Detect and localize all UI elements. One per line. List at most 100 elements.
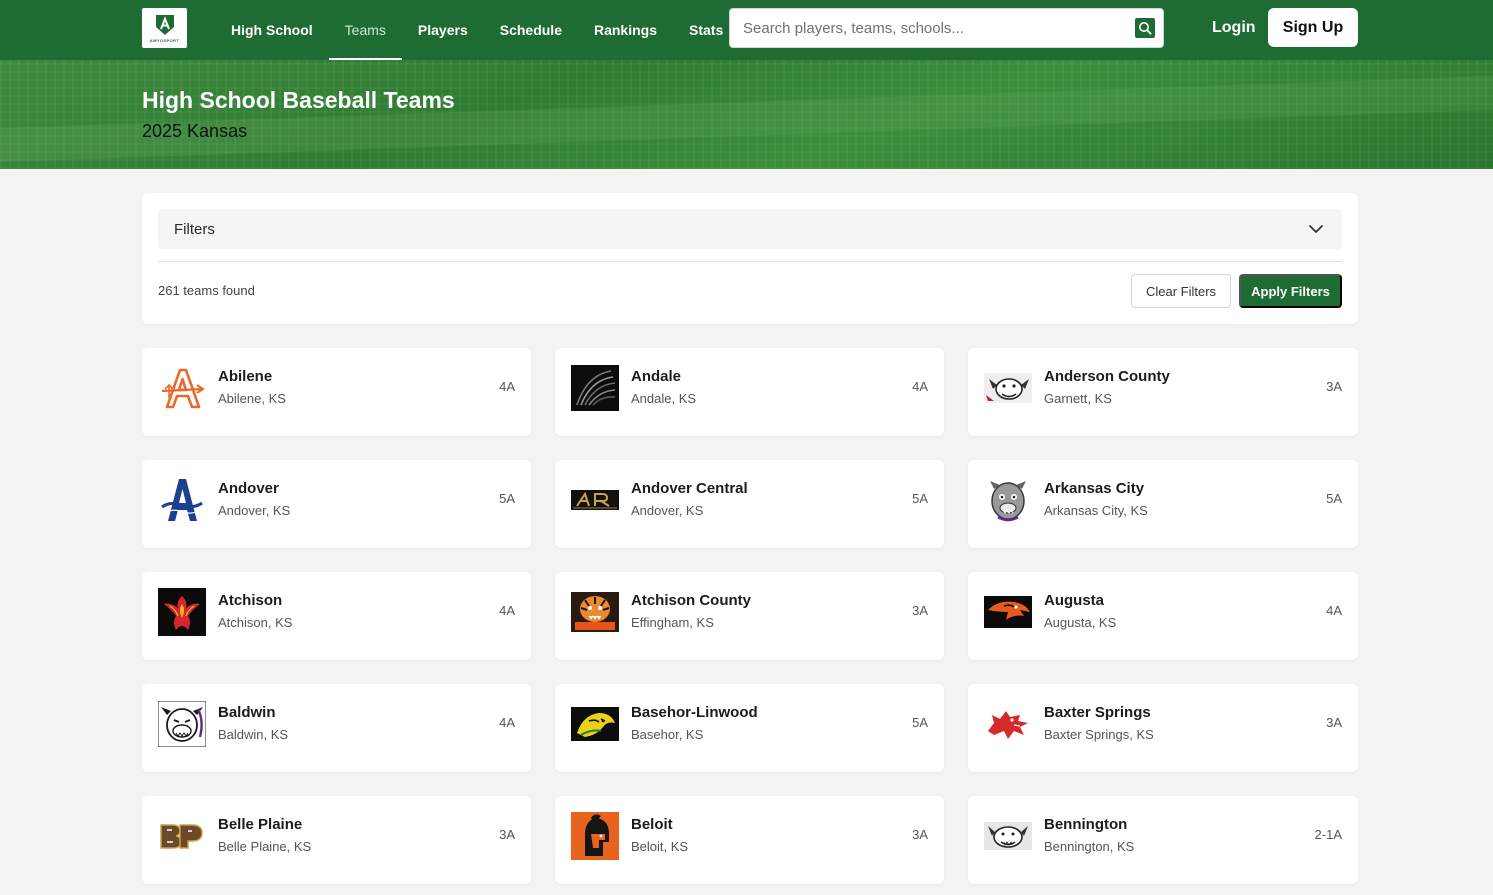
page-subtitle: 2025 Kansas (142, 121, 248, 141)
augusta-logo-icon (984, 588, 1032, 636)
team-name: Bennington (1044, 816, 1128, 833)
team-name: Arkansas City (1044, 480, 1145, 497)
amyosport-logo[interactable]: AMYOSPORT (142, 8, 187, 48)
bennington-logo-icon (984, 812, 1032, 860)
team-card-andover-central[interactable]: Andover Central Andover, KS 5A (555, 460, 944, 548)
team-card-atchison-county[interactable]: Atchison County Effingham, KS 3A (555, 572, 944, 660)
team-card-andale[interactable]: Andale Andale, KS 4A (555, 348, 944, 436)
team-card-andover[interactable]: Andover Andover, KS 5A (142, 460, 531, 548)
team-card-atchison[interactable]: Atchison Atchison, KS 4A (142, 572, 531, 660)
team-name: Basehor-Linwood (631, 704, 758, 721)
shield-logo-icon (155, 15, 174, 35)
nav-rankings[interactable]: Rankings (578, 0, 673, 60)
team-location: Augusta, KS (1044, 615, 1117, 630)
hero-banner: High School Baseball Teams 2025 Kansas (0, 60, 1493, 169)
team-card-baldwin[interactable]: Baldwin Baldwin, KS 4A (142, 684, 531, 772)
andale-logo-icon (571, 364, 619, 412)
team-name: Baldwin (218, 704, 276, 721)
clear-filters-button[interactable]: Clear Filters (1131, 274, 1231, 308)
nav-teams[interactable]: Teams (328, 0, 403, 60)
apply-filters-button[interactable]: Apply Filters (1239, 274, 1342, 308)
team-classification: 3A (499, 827, 515, 842)
search-icon[interactable] (1135, 18, 1155, 38)
team-name: Anderson County (1044, 368, 1170, 385)
team-location: Effingham, KS (631, 615, 714, 630)
team-card-bennington[interactable]: Bennington Bennington, KS 2-1A (968, 796, 1358, 884)
team-card-baxter-springs[interactable]: Baxter Springs Baxter Springs, KS 3A (968, 684, 1358, 772)
team-name: Andale (631, 368, 682, 385)
andover-logo-icon (158, 476, 206, 524)
team-location: Belle Plaine, KS (218, 839, 312, 854)
search-input[interactable] (730, 9, 1130, 47)
filters-panel: Filters 261 teams found Clear Filters Ap… (142, 193, 1358, 324)
baldwin-logo-icon (158, 700, 206, 748)
belle-plaine-logo-icon (158, 812, 206, 860)
team-card-arkansas-city[interactable]: Arkansas City Arkansas City, KS 5A (968, 460, 1358, 548)
team-location: Andale, KS (631, 391, 697, 406)
signup-button[interactable]: Sign Up (1268, 8, 1358, 47)
team-location: Arkansas City, KS (1044, 503, 1148, 518)
team-classification: 2-1A (1314, 827, 1342, 842)
team-name: Andover Central (631, 480, 748, 497)
team-location: Garnett, KS (1044, 391, 1112, 406)
basehor-linwood-logo-icon (571, 700, 619, 748)
atchison-county-logo-icon (571, 588, 619, 636)
team-classification: 3A (1326, 715, 1342, 730)
nav-schedule[interactable]: Schedule (484, 0, 578, 60)
team-location: Baxter Springs, KS (1044, 727, 1154, 742)
team-card-augusta[interactable]: Augusta Augusta, KS 4A (968, 572, 1358, 660)
top-navbar: AMYOSPORT High School Teams Players Sche… (0, 0, 1493, 60)
team-name: Baxter Springs (1044, 704, 1151, 721)
team-name: Beloit (631, 816, 673, 833)
team-classification: 4A (499, 379, 515, 394)
nav-high-school[interactable]: High School (215, 0, 329, 60)
page-title: High School Baseball Teams (142, 87, 455, 113)
anderson-county-logo-icon (984, 364, 1032, 412)
main-nav: High School Teams Players Schedule Ranki… (215, 0, 739, 60)
nav-players[interactable]: Players (402, 0, 484, 60)
team-classification: 4A (499, 715, 515, 730)
filters-label: Filters (174, 221, 215, 238)
team-classification: 5A (912, 715, 928, 730)
team-location: Baldwin, KS (218, 727, 289, 742)
team-name: Atchison County (631, 592, 751, 609)
team-classification: 4A (912, 379, 928, 394)
team-location: Abilene, KS (218, 391, 286, 406)
team-classification: 5A (499, 491, 515, 506)
andover-central-logo-icon (571, 476, 619, 524)
search-box (729, 8, 1164, 48)
team-classification: 4A (499, 603, 515, 618)
login-link[interactable]: Login (1204, 8, 1264, 48)
team-location: Andover, KS (631, 503, 704, 518)
abilene-logo-icon (158, 364, 206, 412)
logo-text: AMYOSPORT (149, 38, 180, 43)
team-classification: 3A (912, 603, 928, 618)
team-name: Abilene (218, 368, 273, 385)
team-location: Beloit, KS (631, 839, 689, 854)
team-classification: 3A (1326, 379, 1342, 394)
filters-divider (158, 261, 1342, 262)
team-card-abilene[interactable]: Abilene Abilene, KS 4A (142, 348, 531, 436)
team-card-anderson-county[interactable]: Anderson County Garnett, KS 3A (968, 348, 1358, 436)
baxter-springs-logo-icon (984, 700, 1032, 748)
team-name: Atchison (218, 592, 283, 609)
filters-toggle[interactable]: Filters (158, 209, 1342, 249)
team-classification: 5A (1326, 491, 1342, 506)
team-location: Bennington, KS (1044, 839, 1135, 854)
beloit-logo-icon (571, 812, 619, 860)
team-location: Andover, KS (218, 503, 291, 518)
team-classification: 3A (912, 827, 928, 842)
team-grid: Abilene Abilene, KS 4A Andale Andale, KS… (142, 348, 1358, 884)
team-name: Belle Plaine (218, 816, 303, 833)
team-card-basehor-linwood[interactable]: Basehor-Linwood Basehor, KS 5A (555, 684, 944, 772)
team-classification: 4A (1326, 603, 1342, 618)
results-count: 261 teams found (158, 283, 255, 298)
team-location: Atchison, KS (218, 615, 293, 630)
team-card-beloit[interactable]: Beloit Beloit, KS 3A (555, 796, 944, 884)
team-card-belle-plaine[interactable]: Belle Plaine Belle Plaine, KS 3A (142, 796, 531, 884)
team-location: Basehor, KS (631, 727, 704, 742)
chevron-down-icon (1309, 225, 1323, 233)
team-name: Augusta (1044, 592, 1104, 609)
atchison-logo-icon (158, 588, 206, 636)
arkansas-city-logo-icon (984, 476, 1032, 524)
